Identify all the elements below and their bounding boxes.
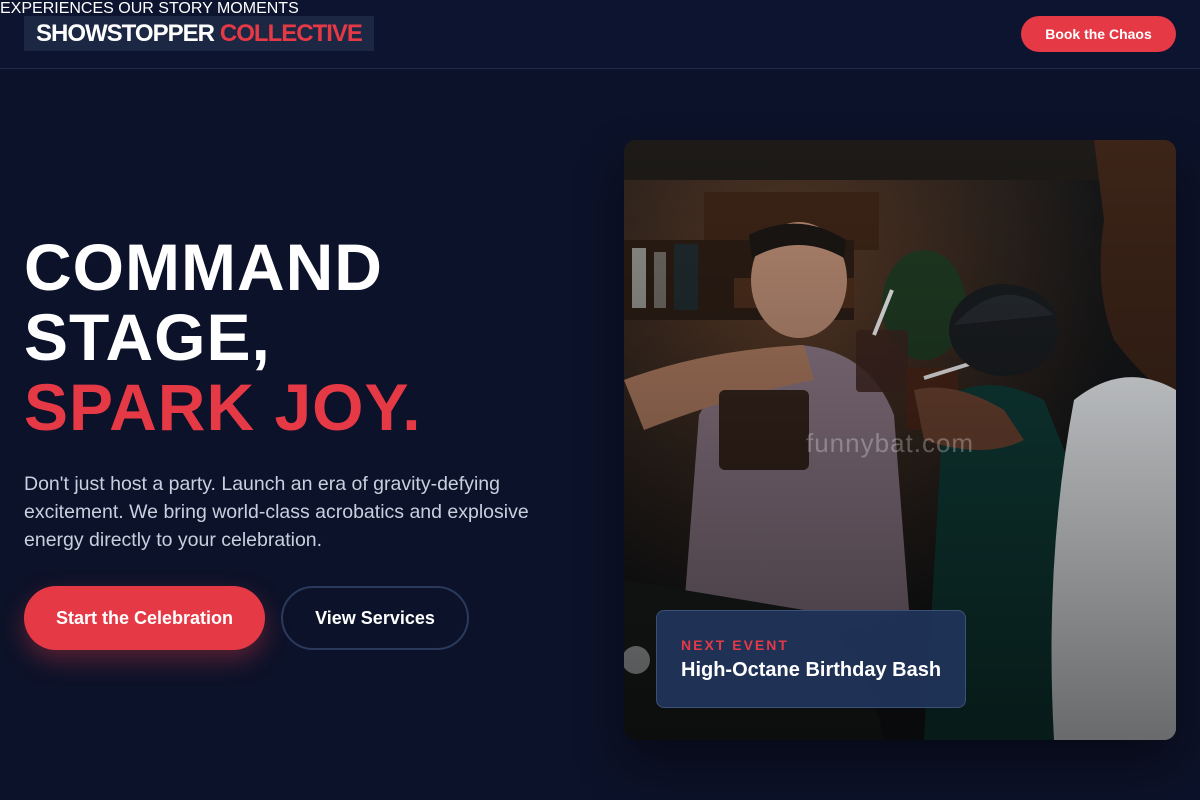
brand-logo[interactable]: SHOWSTOPPER COLLECTIVE: [24, 16, 374, 51]
hero-photo: funnybat.com NEXT EVENT High-Octane Birt…: [624, 140, 1176, 740]
hero-headline: COMMAND STAGE, SPARK JOY.: [24, 232, 422, 442]
nav-item-our-story[interactable]: OUR STORY: [118, 0, 212, 17]
book-the-chaos-button[interactable]: Book the Chaos: [1021, 16, 1176, 52]
headline-line-2: STAGE,: [24, 300, 271, 374]
next-event-label: NEXT EVENT: [681, 637, 789, 653]
headline-line-3: SPARK JOY.: [24, 370, 422, 444]
brand-name-accent: COLLECTIVE: [219, 19, 363, 47]
brand-name-primary: SHOWSTOPPER: [36, 19, 215, 47]
hero-subtext: Don't just host a party. Launch an era o…: [24, 473, 529, 551]
next-event-title: High-Octane Birthday Bash: [681, 659, 942, 681]
headline-line-1: COMMAND: [24, 230, 383, 304]
nav-item-experiences[interactable]: EXPERIENCES: [0, 0, 114, 17]
photo-watermark: funnybat.com: [806, 428, 975, 458]
nav-item-moments[interactable]: MOMENTS: [217, 0, 299, 17]
view-services-button[interactable]: View Services: [281, 586, 469, 650]
next-event-card[interactable]: NEXT EVENT High-Octane Birthday Bash: [656, 610, 966, 708]
start-celebration-button[interactable]: Start the Celebration: [24, 586, 265, 650]
site-header: SHOWSTOPPER COLLECTIVE EXPERIENCES OUR S…: [0, 0, 1200, 69]
